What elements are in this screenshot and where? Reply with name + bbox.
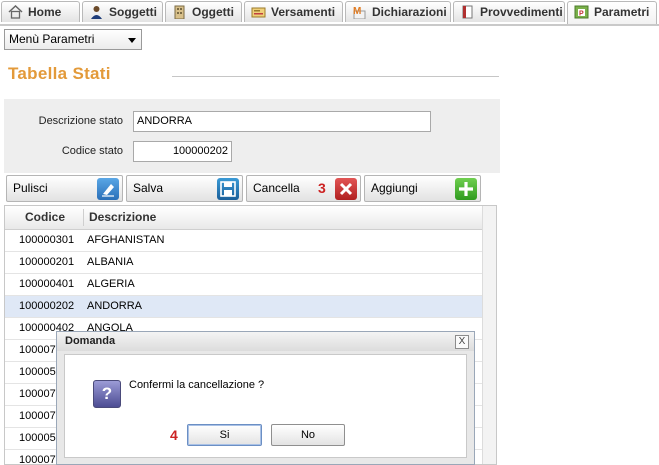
descrizione-stato-input[interactable]: ANDORRA (133, 111, 431, 132)
close-icon[interactable]: X (455, 335, 469, 349)
cancella-label: Cancella (253, 181, 300, 195)
page-title: Tabella Stati (8, 64, 111, 83)
payment-icon (251, 7, 266, 18)
tab-versamenti-label: Versamenti (271, 5, 336, 19)
cell-codice: 100000202 (19, 300, 75, 312)
tab-home-label: Home (28, 5, 62, 19)
table-scrollbar[interactable] (482, 206, 496, 464)
cell-descrizione: ALGERIA (87, 278, 135, 290)
codice-stato-input[interactable]: 100000202 (133, 141, 232, 162)
confirm-dialog: Domanda X ? Confermi la cancellazione ? … (56, 331, 475, 465)
tab-oggetti-label: Oggetti (192, 5, 234, 19)
question-icon: ? (93, 380, 121, 408)
pulisci-button[interactable]: Pulisci (6, 175, 123, 202)
aggiungi-button[interactable]: Aggiungi (364, 175, 481, 202)
cell-codice: 100005 (19, 432, 56, 444)
cell-codice: 100000401 (19, 278, 75, 290)
tab-provvedimenti-label: Provvedimenti (480, 5, 563, 19)
cell-codice: 100007 (19, 344, 56, 356)
cell-codice: 100007 (19, 388, 56, 400)
home-icon (8, 5, 23, 19)
title-divider (172, 76, 499, 77)
tab-home[interactable]: Home (1, 1, 80, 22)
eraser-icon (97, 178, 119, 200)
codice-label: Codice stato (61, 145, 123, 157)
cell-descrizione: ANDORRA (87, 300, 143, 312)
tab-soggetti-label: Soggetti (109, 5, 157, 19)
declaration-icon: M (353, 6, 366, 19)
step-number-4: 4 (170, 427, 178, 443)
column-header-codice[interactable]: Codice (25, 206, 65, 229)
svg-text:P: P (579, 11, 584, 18)
cancella-button[interactable]: Cancella 3 (246, 175, 361, 202)
dialog-message: Confermi la cancellazione ? (129, 379, 265, 391)
table-header: Codice Descrizione (5, 206, 496, 230)
tab-parametri[interactable]: P Parametri (567, 1, 657, 24)
tab-soggetti[interactable]: Soggetti (82, 1, 163, 22)
no-button[interactable]: No (271, 424, 345, 446)
table-row[interactable]: 100000401 ALGERIA (5, 274, 482, 296)
dialog-body: ? Confermi la cancellazione ? 4 Si No (64, 354, 467, 458)
yes-button[interactable]: Si (187, 424, 262, 446)
table-row[interactable]: 100000201 ALBANIA (5, 252, 482, 274)
descrizione-label: Descrizione stato (38, 115, 123, 127)
menu-parametri-dropdown[interactable]: Menù Parametri (4, 29, 142, 50)
tab-oggetti[interactable]: Oggetti (165, 1, 242, 22)
document-icon (462, 5, 473, 19)
cell-codice: 100005 (19, 366, 56, 378)
svg-text:M: M (353, 6, 361, 17)
save-icon (217, 178, 239, 200)
salva-button[interactable]: Salva (126, 175, 243, 202)
tab-provvedimenti[interactable]: Provvedimenti (453, 1, 565, 22)
cell-descrizione: ALBANIA (87, 256, 134, 268)
tab-dichiarazioni[interactable]: M Dichiarazioni (345, 1, 451, 22)
salva-label: Salva (133, 181, 164, 195)
tab-bar: Home Soggetti Oggetti Versamenti M Dichi… (0, 0, 659, 26)
building-icon (174, 5, 185, 19)
parameters-icon: P (574, 5, 589, 19)
step-number-3: 3 (318, 180, 326, 196)
dialog-title: Domanda (57, 332, 474, 351)
cell-codice: 100000301 (19, 234, 75, 246)
tab-dichiarazioni-label: Dichiarazioni (372, 5, 447, 19)
menu-parametri-label: Menù Parametri (9, 32, 95, 46)
tab-parametri-label: Parametri (594, 5, 650, 19)
table-row-selected[interactable]: 100000202 ANDORRA (5, 296, 482, 318)
cell-codice: 100007 (19, 410, 56, 422)
aggiungi-label: Aggiungi (371, 181, 418, 195)
cell-codice: 100000201 (19, 256, 75, 268)
pulisci-label: Pulisci (13, 181, 48, 195)
person-icon (91, 6, 102, 19)
add-icon (455, 178, 477, 200)
chevron-down-icon (128, 38, 136, 43)
delete-icon (335, 178, 357, 200)
cell-codice: 100007 (19, 454, 56, 465)
table-row[interactable]: 100000301 AFGHANISTAN (5, 230, 482, 252)
column-header-descrizione[interactable]: Descrizione (89, 206, 156, 229)
cell-descrizione: AFGHANISTAN (87, 234, 165, 246)
tab-versamenti[interactable]: Versamenti (244, 1, 343, 22)
